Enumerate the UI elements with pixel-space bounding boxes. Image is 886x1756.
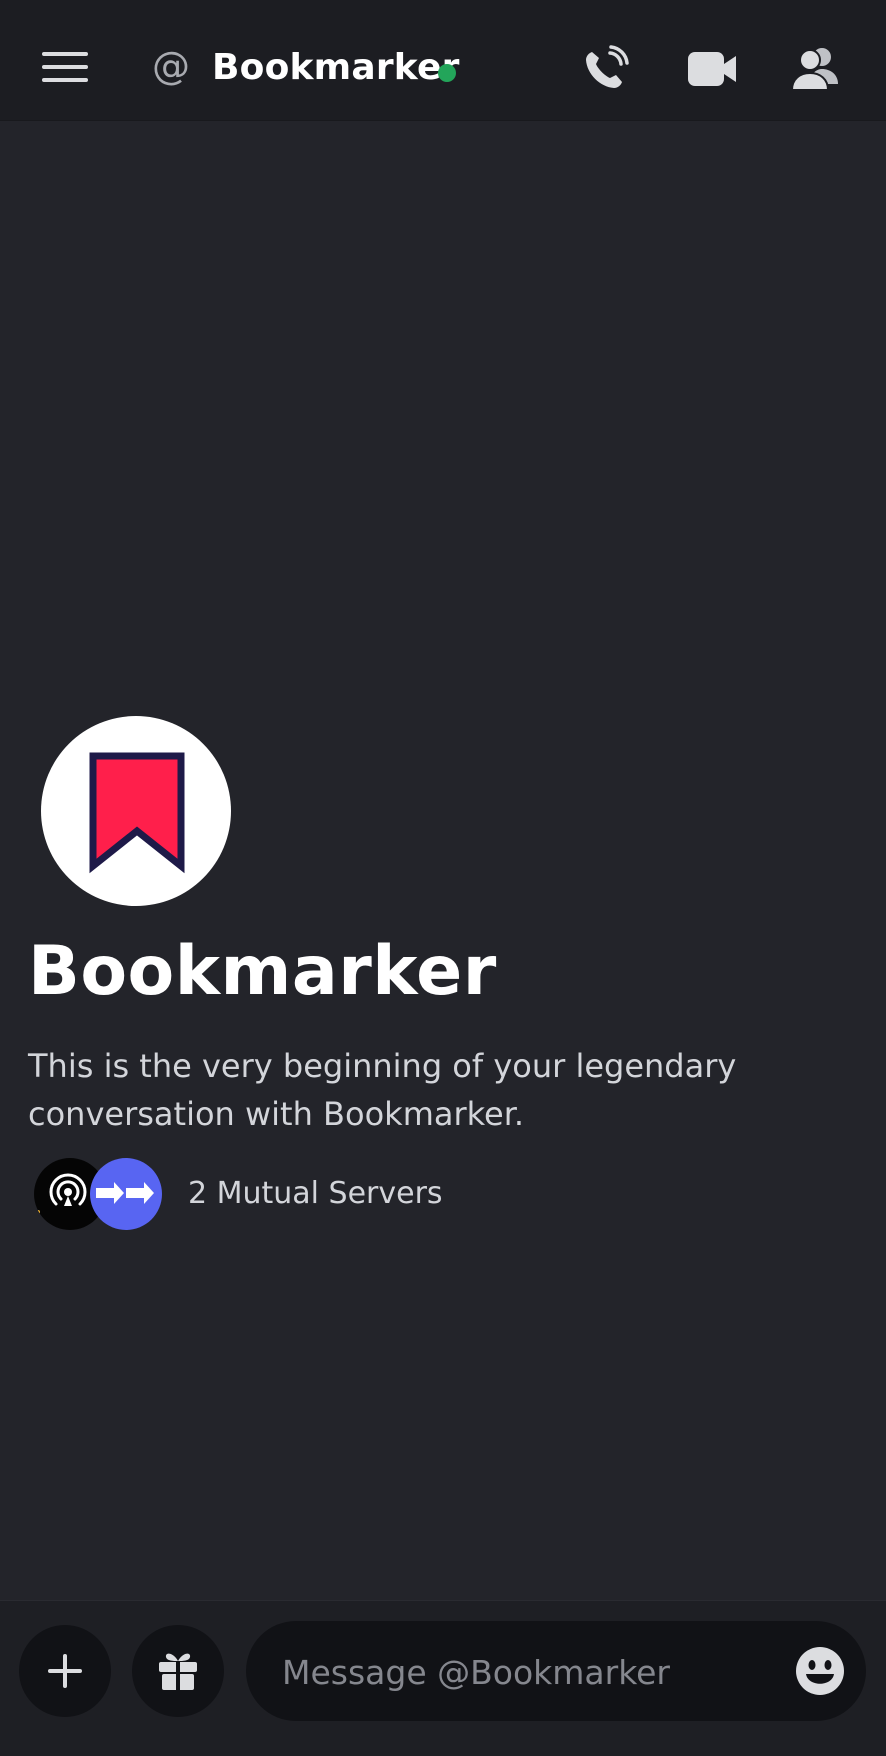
gift-button[interactable] bbox=[132, 1625, 224, 1717]
gift-icon bbox=[159, 1653, 197, 1690]
arrows-server-icon bbox=[90, 1158, 162, 1230]
members-icon[interactable] bbox=[788, 44, 844, 94]
online-status-dot bbox=[438, 64, 456, 82]
channel-title[interactable]: Bookmarker bbox=[212, 44, 460, 92]
message-input-container[interactable] bbox=[246, 1621, 866, 1721]
intro-description: This is the very beginning of your legen… bbox=[28, 1047, 737, 1133]
composer-bar bbox=[0, 1600, 886, 1756]
message-input[interactable] bbox=[280, 1645, 764, 1699]
at-icon: @ bbox=[152, 44, 190, 88]
intro-username: Bookmarker bbox=[28, 932, 497, 1011]
header-bar: @ Bookmarker bbox=[0, 0, 886, 121]
dm-screen: @ Bookmarker Bookmarker This is the very… bbox=[0, 0, 886, 1756]
mutual-servers[interactable]: 2 Mutual Servers bbox=[34, 1158, 554, 1230]
bookmarker-avatar[interactable] bbox=[41, 716, 231, 906]
add-attachment-button[interactable] bbox=[19, 1625, 111, 1717]
hamburger-menu-icon[interactable] bbox=[42, 52, 88, 82]
mutual-servers-label: 2 Mutual Servers bbox=[188, 1176, 443, 1211]
plus-icon bbox=[48, 1654, 82, 1688]
video-camera-icon[interactable] bbox=[684, 44, 740, 94]
phone-call-icon[interactable] bbox=[580, 44, 636, 94]
bookmark-icon bbox=[89, 752, 185, 874]
emoji-icon[interactable] bbox=[794, 1645, 846, 1697]
